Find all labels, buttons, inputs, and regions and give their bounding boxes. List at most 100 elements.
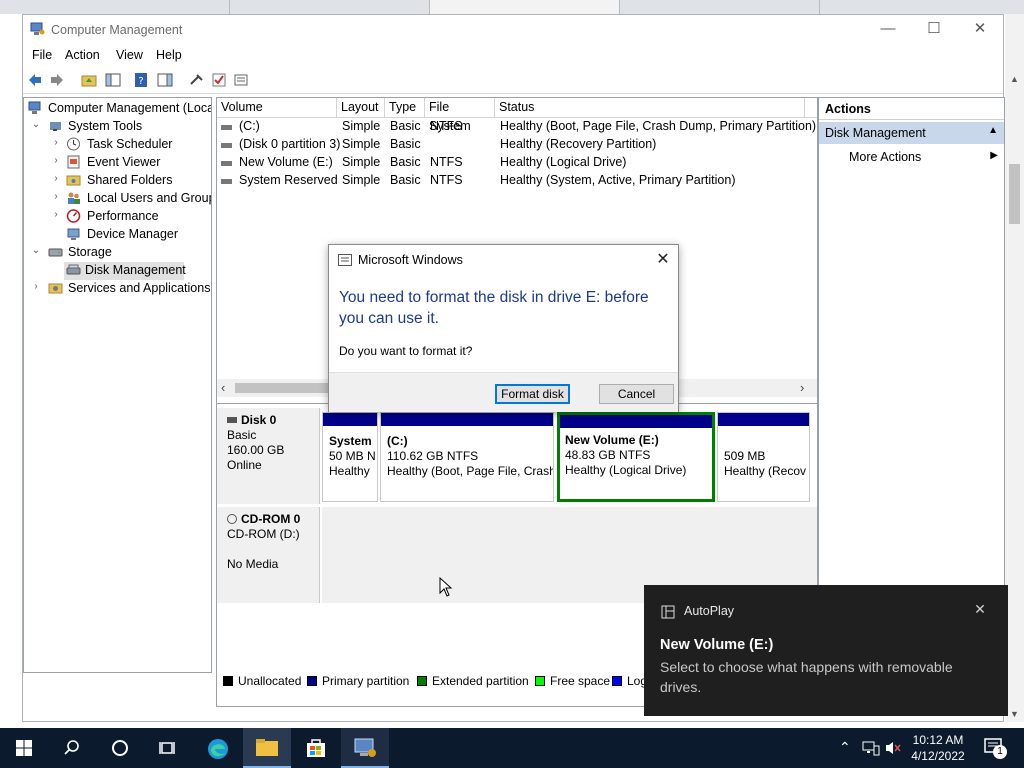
tree-label: Task Scheduler [87, 137, 173, 151]
format-disk-dialog: Microsoft Windows ✕ You need to format t… [328, 244, 679, 412]
column-volume[interactable]: Volume [217, 98, 337, 118]
partition-c[interactable]: (C:) 110.62 GB NTFS Healthy (Boot, Page Fi… [380, 412, 554, 502]
chevron-right-icon[interactable]: › [50, 209, 62, 220]
partition-e-selected[interactable]: New Volume (E:) 48.83 GB NTFS Healthy (Log… [557, 412, 715, 502]
format-disk-button[interactable]: Format disk [495, 384, 570, 404]
minimize-button[interactable]: — [865, 15, 911, 45]
more-actions-item[interactable]: More Actions ▶ [819, 146, 1004, 168]
tree-item-disk-management[interactable]: Disk Management [64, 262, 186, 280]
column-status[interactable]: Status [495, 98, 805, 118]
tree-item-task-scheduler[interactable]: › Task Scheduler [26, 136, 211, 154]
scroll-left-icon[interactable]: ‹ [221, 380, 225, 395]
start-button[interactable] [0, 728, 48, 768]
logical-drive-bar [560, 415, 712, 428]
chevron-right-icon[interactable]: › [50, 137, 62, 148]
tree-item-device-manager[interactable]: Device Manager [26, 226, 211, 244]
tree-item-local-users-groups[interactable]: › Local Users and Groups [26, 190, 211, 208]
legend-swatch [223, 676, 233, 686]
legend-item: Unallocated [223, 674, 301, 688]
show-hide-action-pane-icon[interactable] [157, 72, 173, 88]
back-arrow-icon[interactable] [27, 72, 43, 88]
volume-row[interactable]: (Disk 0 partition 3) Simple Basic Health… [217, 136, 817, 154]
partition-system-reserved[interactable]: System 50 MB N Healthy [322, 412, 378, 502]
legend-item: Extended partition [417, 674, 529, 688]
chevron-down-icon[interactable]: ⌄ [30, 119, 42, 130]
show-hide-tree-icon[interactable] [105, 72, 121, 88]
forward-arrow-icon[interactable] [49, 72, 65, 88]
tree-item-shared-folders[interactable]: › Shared Folders [26, 172, 211, 190]
maximize-button[interactable]: ☐ [911, 15, 957, 45]
cdrom-0-header[interactable]: CD-ROM 0 CD-ROM (D:) No Media [217, 507, 320, 603]
scroll-up-icon[interactable]: ▲ [1010, 74, 1019, 84]
column-type[interactable]: Type [385, 98, 425, 118]
volume-type: Basic [390, 137, 421, 151]
menu-file[interactable]: File [32, 48, 52, 62]
tree-item-system-tools[interactable]: ⌄ System Tools [26, 118, 211, 136]
users-icon [68, 192, 80, 204]
legend-swatch [417, 676, 427, 686]
column-layout[interactable]: Layout [337, 98, 385, 118]
disk-0-header[interactable]: Disk 0 Basic 160.00 GB Online [217, 408, 320, 504]
chevron-right-icon[interactable]: › [50, 173, 62, 184]
toast-close-icon[interactable]: ✕ [972, 601, 988, 617]
title-bar[interactable]: Computer Management — ☐ ✕ [23, 15, 1003, 45]
system-clock[interactable]: 10:12 AM 4/12/2022 [898, 732, 978, 764]
cancel-button[interactable]: Cancel [599, 384, 674, 404]
menu-view[interactable]: View [116, 48, 143, 62]
menu-action[interactable]: Action [65, 48, 100, 62]
dialog-close-icon[interactable]: ✕ [651, 248, 675, 272]
chevron-right-icon[interactable]: › [50, 155, 62, 166]
volume-type: Basic [390, 173, 421, 187]
background-tab[interactable] [240, 0, 430, 14]
scrollbar-thumb[interactable] [1009, 164, 1020, 224]
partition-recovery[interactable]: 509 MB Healthy (Recov [717, 412, 810, 502]
background-tab[interactable] [30, 0, 230, 14]
chevron-down-icon[interactable]: ⌄ [30, 245, 42, 256]
autoplay-toast[interactable]: AutoPlay ✕ New Volume (E:) Select to cho… [644, 585, 1008, 716]
scroll-right-icon[interactable]: › [800, 380, 804, 395]
scroll-down-icon[interactable]: ▼ [1010, 709, 1019, 719]
volume-row[interactable]: System Reserved Simple Basic NTFS Health… [217, 172, 817, 190]
partition-status: Healthy (Logical Drive) [565, 463, 687, 477]
properties-icon[interactable] [233, 72, 249, 88]
tree-item-performance[interactable]: › Performance [26, 208, 211, 226]
tree-item-storage[interactable]: ⌄ Storage [26, 244, 211, 262]
tree-item-event-viewer[interactable]: › Event Viewer [26, 154, 211, 172]
connect-icon[interactable] [189, 72, 205, 88]
taskbar: ⌃ 10:12 AM 4/12/2022 1 [0, 728, 1024, 768]
volume-layout: Simple [342, 137, 381, 151]
volume-row[interactable]: New Volume (E:) Simple Basic NTFS Health… [217, 154, 817, 172]
file-explorer-taskbar-button[interactable] [243, 728, 291, 768]
tree-item-services-applications[interactable]: › Services and Applications [26, 280, 211, 298]
help-icon[interactable]: ? [133, 72, 149, 88]
chevron-right-icon[interactable]: › [30, 281, 42, 292]
clock-time: 10:12 AM [912, 733, 964, 747]
task-view-button[interactable] [144, 728, 192, 768]
computer-management-taskbar-button[interactable] [341, 728, 389, 768]
column-file-system[interactable]: File System [425, 98, 495, 133]
volume-layout: Simple [342, 155, 381, 169]
check-icon[interactable] [211, 72, 227, 88]
store-taskbar-button[interactable] [292, 728, 340, 768]
background-tab[interactable] [430, 0, 620, 14]
network-icon[interactable] [862, 740, 880, 756]
edge-taskbar-button[interactable] [194, 728, 242, 768]
show-hidden-icons-chevron[interactable]: ⌃ [839, 739, 851, 756]
tree-item-computer-management[interactable]: Computer Management (Local [26, 100, 211, 118]
action-group-disk-management[interactable]: Disk Management ▲ [819, 122, 1004, 144]
search-button[interactable] [48, 728, 96, 768]
cortana-button[interactable] [96, 728, 144, 768]
menu-help[interactable]: Help [156, 48, 182, 62]
up-folder-icon[interactable] [81, 72, 97, 88]
dialog-message: You need to format the disk in drive E: … [339, 289, 649, 327]
autoplay-icon [661, 605, 675, 619]
partition-size: 50 MB N [329, 449, 376, 463]
background-tab[interactable] [620, 0, 820, 14]
tree-label: Event Viewer [87, 155, 161, 169]
chevron-right-icon[interactable]: › [50, 191, 62, 202]
collapse-icon[interactable]: ▲ [988, 125, 998, 136]
close-button[interactable]: ✕ [957, 15, 1003, 45]
volume-row[interactable]: (C:) Simple Basic NTFS Healthy (Boot, Pa… [217, 118, 817, 136]
action-center-button[interactable]: 1 [978, 728, 1024, 768]
performance-icon [66, 209, 81, 223]
